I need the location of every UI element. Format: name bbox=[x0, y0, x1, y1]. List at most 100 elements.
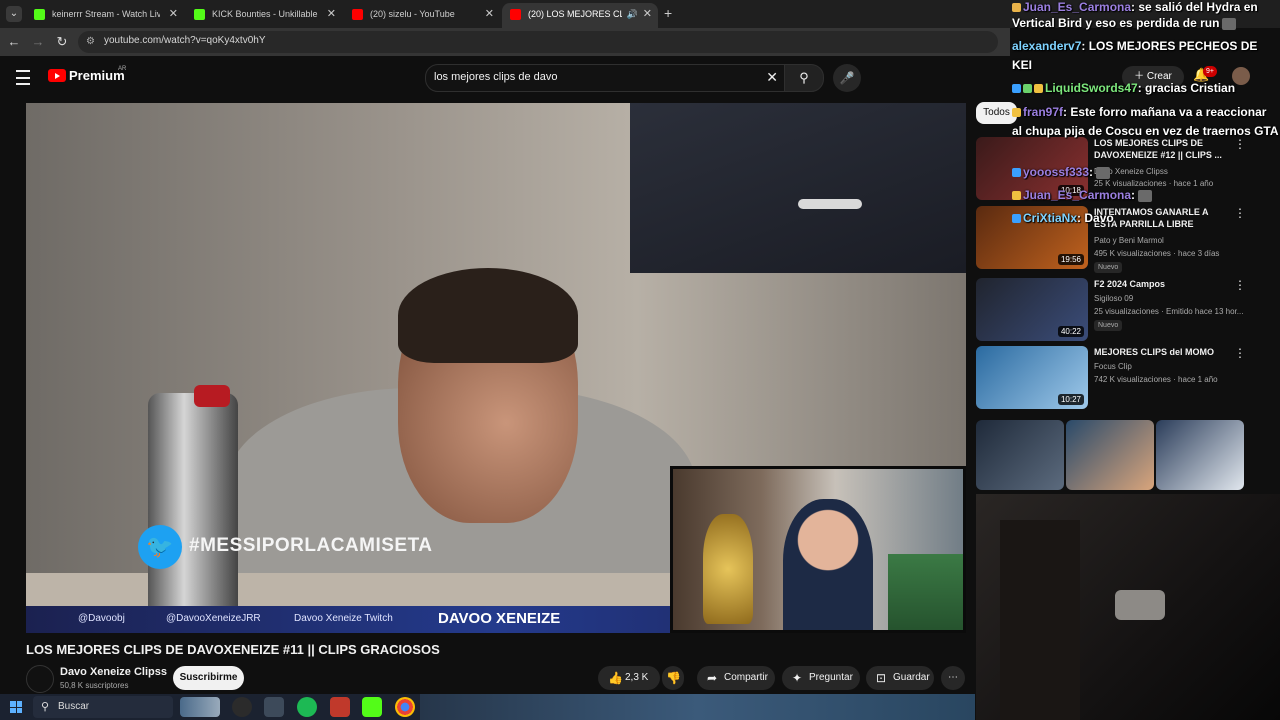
chat-text: Vertical Bird y eso es perdida de run bbox=[1012, 16, 1220, 30]
kick-icon bbox=[194, 9, 205, 20]
menu-icon[interactable] bbox=[16, 70, 30, 85]
voice-search-button[interactable]: 🎤 bbox=[833, 64, 861, 92]
chat-message: fran97f: Este forro mañana va a reaccion… bbox=[1012, 105, 1280, 120]
close-icon[interactable]: ✕ bbox=[327, 3, 336, 25]
close-icon[interactable]: ✕ bbox=[643, 3, 652, 25]
search-input[interactable]: los mejores clips de davo ✕ bbox=[425, 64, 787, 92]
tab-search-button[interactable]: ⌄ bbox=[6, 6, 22, 22]
room-chair bbox=[1115, 590, 1165, 620]
recommendation-title[interactable]: MEJORES CLIPS del MOMO bbox=[1094, 346, 1224, 358]
back-icon[interactable]: ← bbox=[6, 34, 22, 50]
spotify-icon[interactable] bbox=[297, 697, 317, 717]
ask-button[interactable]: ✦ Preguntar bbox=[782, 666, 860, 690]
obs-icon[interactable] bbox=[232, 697, 252, 717]
recommendation-item[interactable]: 40:22 F2 2024 Campos Sigiloso 09 25 visu… bbox=[976, 278, 1256, 344]
like-count: 2,3 K bbox=[625, 672, 649, 683]
chat-emote-icon bbox=[1222, 17, 1237, 30]
forward-icon[interactable]: → bbox=[30, 34, 46, 50]
tab-title: KICK Bounties - Unkillable Dem bbox=[212, 9, 318, 19]
recommendation-title[interactable]: F2 2024 Campos bbox=[1094, 278, 1224, 290]
short-thumbnail[interactable] bbox=[1066, 420, 1154, 490]
taskbar-background-strip bbox=[420, 694, 975, 720]
chat-message: Vertical Bird y eso es perdida de run bbox=[1012, 16, 1280, 31]
recommendation-channel[interactable]: Focus Clip bbox=[1094, 362, 1132, 371]
recommendation-title[interactable]: LOS MEJORES CLIPS DE DAVOXENEIZE #12 || … bbox=[1094, 137, 1224, 161]
url-text: youtube.com/watch?v=qoKy4xtv0hY bbox=[104, 35, 266, 46]
streamer-webcam-overlay bbox=[670, 466, 966, 633]
dislike-button[interactable]: 👎 bbox=[662, 666, 684, 690]
webcam-trophy bbox=[703, 514, 753, 624]
video-thumbnail[interactable]: 40:22 bbox=[976, 278, 1088, 341]
chat-username: CriXtiaNx bbox=[1023, 211, 1078, 225]
channel-name[interactable]: Davo Xeneize Clipss bbox=[60, 666, 167, 678]
close-icon[interactable]: ✕ bbox=[169, 3, 178, 25]
recommendation-channel[interactable]: Sigiloso 09 bbox=[1094, 294, 1133, 303]
short-thumbnail[interactable] bbox=[1156, 420, 1244, 490]
chat-emote-icon bbox=[1096, 166, 1111, 179]
recommendation-item[interactable]: 10:27 MEJORES CLIPS del MOMO Focus Clip … bbox=[976, 346, 1256, 412]
short-thumbnail[interactable] bbox=[976, 420, 1064, 490]
video-duration: 10:27 bbox=[1057, 394, 1084, 405]
more-vert-icon[interactable]: ⋮ bbox=[1234, 346, 1246, 360]
reload-icon[interactable]: ↻ bbox=[54, 34, 70, 50]
search-icon: ⚲ bbox=[41, 701, 50, 713]
search-button[interactable]: ⚲ bbox=[784, 64, 824, 92]
more-vert-icon[interactable]: ⋮ bbox=[1234, 137, 1246, 151]
chat-badge-icon bbox=[1012, 168, 1021, 178]
address-toolbar: ← → ↻ ⚙ youtube.com/watch?v=qoKy4xtv0hY bbox=[0, 28, 1010, 56]
webcam-monitor bbox=[888, 554, 963, 630]
tab-keinerrr[interactable]: keinerrr Stream - Watch Live on ✕ bbox=[26, 3, 184, 28]
video-player[interactable]: 🐦 #MESSIPORLACAMISETA @Davoobj @DavooXen… bbox=[26, 103, 966, 633]
like-button[interactable]: 👍 2,3 K bbox=[598, 666, 660, 690]
taskbar-search[interactable]: ⚲ Buscar bbox=[33, 696, 173, 718]
windows-start-icon[interactable] bbox=[10, 701, 22, 713]
tab-title: (20) LOS MEJORES CLIPS DE bbox=[528, 9, 622, 19]
twitter-handle: @DavooXeneizeJRR bbox=[166, 613, 261, 624]
recommendation-meta: 742 K visualizaciones · hace 1 año bbox=[1094, 375, 1218, 384]
chat-badge-icon bbox=[1012, 3, 1021, 13]
new-badge: Nuevo bbox=[1094, 262, 1123, 273]
tab-current-video[interactable]: (20) LOS MEJORES CLIPS DE 🔊 ✕ bbox=[502, 3, 658, 28]
clear-search-icon[interactable]: ✕ bbox=[766, 69, 778, 86]
video-thumbnail[interactable]: 10:27 bbox=[976, 346, 1088, 409]
new-tab-button[interactable]: + bbox=[664, 5, 672, 21]
close-icon[interactable]: ✕ bbox=[485, 3, 494, 25]
chat-badge-icon bbox=[1012, 108, 1021, 118]
recommendation-meta: 25 K visualizaciones · hace 1 año bbox=[1094, 179, 1214, 188]
app-icon[interactable] bbox=[330, 697, 350, 717]
address-bar[interactable]: ⚙ youtube.com/watch?v=qoKy4xtv0hY bbox=[78, 31, 998, 53]
video-thermos bbox=[148, 393, 238, 618]
chat-emote-icon bbox=[1138, 189, 1153, 202]
tab-sizelu[interactable]: (20) sizelu - YouTube ✕ bbox=[344, 3, 500, 28]
microphone-icon: 🎤 bbox=[839, 71, 855, 85]
video-duration: 40:22 bbox=[1057, 326, 1084, 337]
taskbar-widget[interactable] bbox=[180, 697, 220, 717]
recommendation-meta: 495 K visualizaciones · hace 3 días bbox=[1094, 249, 1220, 258]
chat-username: yooossf333 bbox=[1023, 165, 1090, 179]
kick-icon[interactable] bbox=[362, 697, 382, 717]
country-code: AR bbox=[118, 66, 127, 72]
chrome-icon[interactable] bbox=[395, 697, 415, 717]
recommendation-channel[interactable]: Pato y Beni Marmol bbox=[1094, 236, 1164, 245]
youtube-icon bbox=[352, 9, 363, 20]
save-button[interactable]: ⊡ Guardar bbox=[866, 666, 934, 690]
share-button[interactable]: ➦ Compartir bbox=[697, 666, 775, 690]
tab-kick-bounties[interactable]: KICK Bounties - Unkillable Dem ✕ bbox=[186, 3, 342, 28]
chat-message: yooossf333: bbox=[1012, 165, 1280, 180]
chat-message: alexanderv7: LOS MEJORES PECHEOS DE bbox=[1012, 39, 1280, 54]
youtube-logo-icon[interactable] bbox=[48, 69, 66, 82]
speaker-icon[interactable]: 🔊 bbox=[627, 3, 638, 25]
app-icon[interactable] bbox=[264, 697, 284, 717]
filter-chip-all[interactable]: Todos bbox=[976, 102, 1017, 124]
chat-text: al chupa pija de Coscu en vez de traerno… bbox=[1012, 124, 1279, 138]
more-actions-button[interactable]: ⋯ bbox=[941, 666, 965, 690]
twitch-handle: Davoo Xeneize Twitch bbox=[294, 613, 393, 624]
channel-avatar[interactable] bbox=[26, 665, 54, 693]
chat-text: : bbox=[1131, 188, 1136, 202]
subscribe-button[interactable]: Suscribirme bbox=[173, 666, 244, 690]
youtube-brand[interactable]: Premium bbox=[69, 68, 125, 83]
chat-username: fran97f bbox=[1023, 105, 1064, 119]
overlay-hashtag: #MESSIPORLACAMISETA bbox=[189, 535, 433, 556]
more-vert-icon[interactable]: ⋮ bbox=[1234, 278, 1246, 292]
site-info-icon[interactable]: ⚙ bbox=[86, 36, 95, 47]
